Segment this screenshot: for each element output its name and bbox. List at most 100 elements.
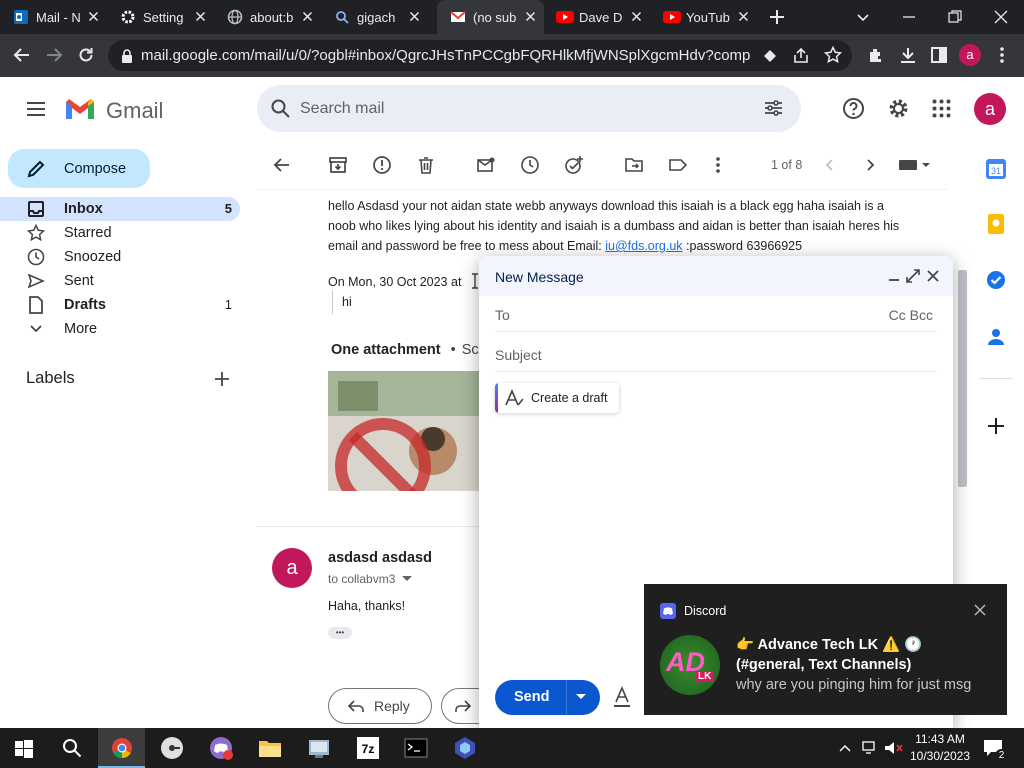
taskbar-chrome-active[interactable] [98, 728, 145, 768]
close-icon[interactable] [299, 8, 316, 25]
forward-icon[interactable] [44, 45, 64, 65]
scrollbar-thumb[interactable] [958, 270, 967, 487]
address-bar[interactable]: mail.google.com/mail/u/0/?ogbl#inbox/Qgr… [108, 40, 852, 71]
apps-grid-icon[interactable] [931, 98, 952, 119]
subject-field[interactable]: Subject [495, 336, 937, 372]
archive-icon[interactable] [328, 155, 348, 175]
browser-tab[interactable]: gigach [321, 0, 428, 34]
tab-search-icon[interactable] [853, 7, 873, 27]
details-dropdown-icon[interactable] [401, 575, 413, 583]
snooze-clock-icon[interactable] [520, 155, 540, 175]
network-icon[interactable] [862, 740, 880, 756]
close-window-icon[interactable] [991, 7, 1011, 27]
close-icon[interactable] [926, 269, 940, 283]
mark-unread-icon[interactable] [476, 155, 496, 175]
create-draft-chip[interactable]: Create a draft [495, 383, 619, 413]
search-filter-icon[interactable] [763, 98, 784, 119]
show-trimmed-button[interactable]: ••• [328, 627, 352, 639]
browser-tab[interactable]: Setting [107, 0, 214, 34]
help-icon[interactable] [842, 97, 865, 120]
label-icon[interactable] [668, 155, 688, 175]
profile-avatar[interactable]: a [959, 44, 981, 66]
menu-dots-icon[interactable] [992, 45, 1012, 65]
browser-tab[interactable]: about:b [214, 0, 321, 34]
to-field[interactable]: To Cc Bcc [495, 296, 937, 332]
more-options-icon[interactable] [708, 155, 728, 175]
compose-button[interactable]: Compose [8, 149, 150, 188]
7zip-icon[interactable]: 7z [356, 736, 380, 760]
older-chevron-icon[interactable] [860, 155, 880, 175]
search-icon[interactable] [62, 738, 82, 758]
formatting-options-icon[interactable] [612, 686, 632, 708]
report-spam-icon[interactable] [372, 155, 392, 175]
chevron-up-icon[interactable] [838, 741, 852, 755]
schedule-send-dropdown-icon[interactable] [575, 693, 587, 701]
bookmark-star-icon[interactable] [824, 46, 842, 64]
add-addon-icon[interactable] [985, 415, 1007, 437]
compose-header[interactable]: New Message [479, 256, 953, 296]
reload-icon[interactable] [76, 45, 96, 65]
file-explorer-icon[interactable] [258, 737, 282, 759]
account-avatar[interactable]: a [974, 93, 1006, 125]
close-icon[interactable] [406, 8, 423, 25]
terminal-icon[interactable] [404, 736, 428, 760]
restore-icon[interactable] [945, 7, 965, 27]
back-arrow-icon[interactable] [272, 155, 292, 175]
close-icon[interactable] [522, 8, 539, 25]
discord-taskbar-icon[interactable] [209, 736, 233, 760]
sidebar-item-inbox[interactable]: Inbox 5 [0, 197, 240, 221]
cc-bcc-link[interactable]: Cc Bcc [889, 307, 933, 323]
send-button[interactable]: Send [495, 680, 600, 715]
extensions-icon[interactable] [866, 45, 886, 65]
clock-date[interactable]: 10/30/2023 [907, 749, 973, 763]
subject-input[interactable]: Subject [495, 347, 542, 363]
search-icon[interactable] [270, 98, 291, 119]
contacts-icon[interactable] [985, 326, 1007, 348]
sidebar-item-more[interactable]: More [0, 317, 240, 341]
app-shortcut-icon[interactable] [160, 736, 184, 760]
add-label-icon[interactable] [212, 369, 232, 389]
minimize-icon[interactable] [899, 7, 919, 27]
settings-gear-icon[interactable] [887, 97, 910, 120]
calendar-icon[interactable]: 31 [985, 158, 1007, 180]
sidebar-item-drafts[interactable]: Drafts 1 [0, 293, 240, 317]
search-bar[interactable]: Search mail [257, 85, 801, 132]
sidebar-item-snoozed[interactable]: Snoozed [0, 245, 240, 269]
expand-icon[interactable] [906, 269, 920, 283]
gmail-logo-icon[interactable] [64, 96, 96, 121]
windows-start-icon[interactable] [15, 740, 33, 758]
main-menu-icon[interactable] [25, 98, 47, 120]
clock-time[interactable]: 11:43 AM [910, 732, 970, 746]
keep-icon[interactable] [985, 213, 1007, 235]
close-icon[interactable] [192, 8, 209, 25]
share-icon[interactable] [792, 47, 810, 65]
search-input[interactable]: Search mail [300, 100, 384, 118]
new-tab-icon[interactable] [767, 7, 787, 27]
side-panel-icon[interactable] [929, 45, 949, 65]
browser-tab[interactable]: YouTub [650, 0, 757, 34]
close-icon[interactable] [85, 8, 102, 25]
newer-chevron-icon[interactable] [820, 155, 840, 175]
close-icon[interactable] [628, 8, 645, 25]
minimize-icon[interactable] [887, 269, 901, 283]
volume-muted-icon[interactable] [884, 740, 904, 756]
sidebar-item-starred[interactable]: Starred [0, 221, 240, 245]
site-lens-icon[interactable] [761, 47, 779, 65]
browser-tab[interactable]: Mail - N [0, 0, 107, 34]
keyboard-input-icon[interactable] [898, 157, 934, 177]
add-task-icon[interactable] [564, 155, 584, 175]
lock-icon[interactable] [120, 48, 134, 64]
close-icon[interactable] [972, 602, 988, 618]
discord-notification[interactable]: Discord AD LK 👉 Advance Tech LK ⚠️ 🕐 (#g… [644, 584, 1007, 715]
back-icon[interactable] [12, 45, 32, 65]
move-to-icon[interactable] [624, 155, 644, 175]
browser-tab-active[interactable]: (no sub [437, 0, 544, 34]
sender-name[interactable]: asdasd asdasd [328, 550, 432, 566]
close-icon[interactable] [735, 8, 752, 25]
sidebar-item-sent[interactable]: Sent [0, 269, 240, 293]
attachment-thumbnail[interactable] [328, 371, 479, 491]
email-link[interactable]: iu@fds.org.uk [605, 239, 682, 253]
browser-tab[interactable]: Dave D [543, 0, 650, 34]
tasks-icon[interactable] [985, 269, 1007, 291]
delete-icon[interactable] [416, 155, 436, 175]
